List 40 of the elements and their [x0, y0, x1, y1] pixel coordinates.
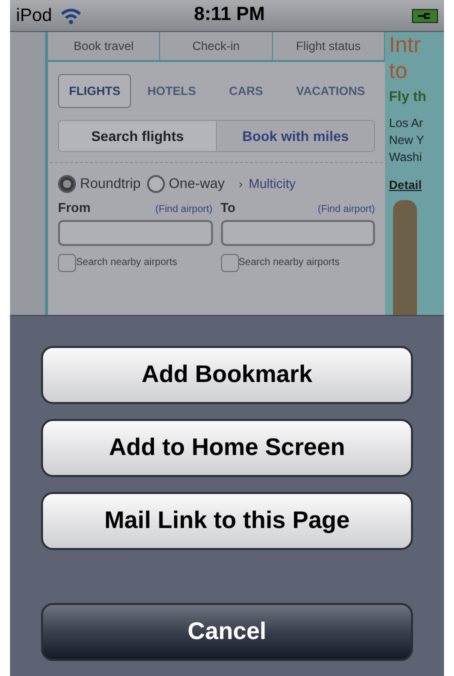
checkbox[interactable] — [58, 254, 76, 272]
action-button[interactable]: Mail Link to this Page — [41, 492, 413, 550]
site-tab[interactable]: Check-in — [160, 32, 273, 60]
airport-input-field[interactable] — [58, 220, 212, 246]
cancel-button[interactable]: Cancel — [41, 603, 413, 661]
ad-subhead: Fly th — [389, 87, 428, 106]
action-button[interactable]: Add to Home Screen — [41, 419, 413, 477]
checkbox-label: Search nearby airports — [238, 256, 340, 270]
multicity-link[interactable]: Multicity — [248, 174, 296, 194]
action-button[interactable]: Add Bookmark — [41, 346, 413, 404]
find-airport-link[interactable]: (Find airport) — [155, 202, 212, 217]
chevron-icon: › — [238, 174, 243, 192]
find-airport-link[interactable]: (Find airport) — [318, 202, 375, 217]
ad-text: Los Ar — [389, 115, 424, 132]
search-mode-tab[interactable]: Search flights — [59, 121, 216, 151]
search-mode-tab[interactable]: Book with miles — [216, 121, 374, 151]
product-tab[interactable]: CARS — [212, 74, 280, 108]
details-link[interactable]: Detail — [389, 176, 444, 194]
airport-input-field[interactable] — [220, 220, 375, 246]
ad-text: Washi — [389, 149, 423, 166]
site-tab[interactable]: Flight status — [272, 32, 385, 60]
product-tab[interactable]: VACATIONS — [286, 74, 375, 108]
airport-label: From — [58, 199, 90, 217]
wifi-icon — [60, 8, 82, 24]
airport-label: To — [220, 199, 236, 217]
ad-headline: Intr — [389, 32, 422, 58]
site-tab[interactable]: Book travel — [48, 32, 160, 60]
ad-headline: to — [389, 58, 408, 84]
radio-label: Roundtrip — [80, 174, 141, 193]
checkbox-label: Search nearby airports — [76, 256, 178, 270]
product-tab[interactable]: FLIGHTS — [58, 74, 132, 108]
radio-button[interactable] — [146, 174, 165, 192]
clock-label: 8:11 PM — [194, 3, 265, 28]
checkbox[interactable] — [220, 254, 238, 272]
ad-text: New Y — [389, 132, 426, 149]
radio-button[interactable] — [58, 174, 76, 192]
radio-label: One-way — [168, 174, 225, 193]
battery-icon — [412, 8, 438, 22]
product-tab[interactable]: HOTELS — [137, 74, 206, 108]
carrier-label: iPod — [16, 4, 52, 27]
